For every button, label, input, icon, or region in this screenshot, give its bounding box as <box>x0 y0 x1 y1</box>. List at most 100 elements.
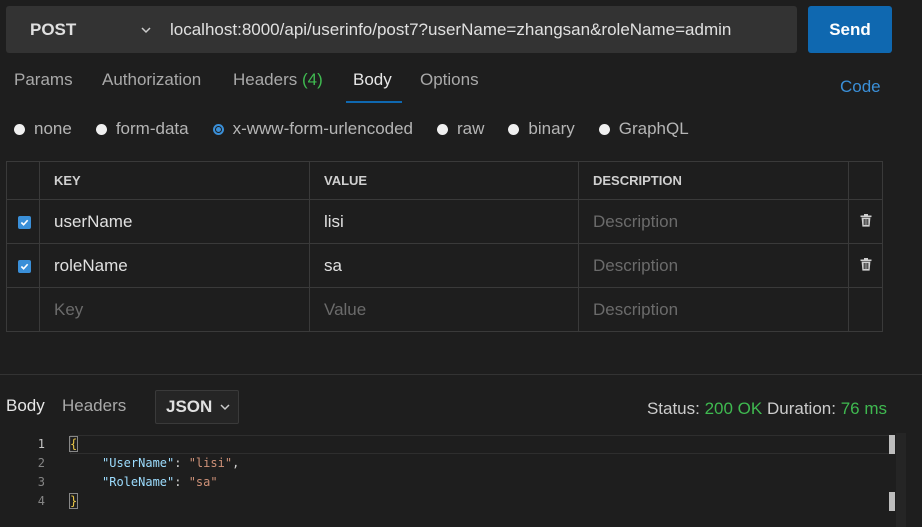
check-icon <box>20 263 29 270</box>
status-label: Status: <box>646 399 700 418</box>
tab-params[interactable]: Params <box>14 70 73 90</box>
code-line-2: "UserName": "lisi", <box>102 454 239 473</box>
json-string: "lisi" <box>188 456 233 470</box>
json-key: "RoleName" <box>102 475 175 489</box>
delete-row-cell <box>848 243 883 288</box>
overview-ruler-marker <box>889 435 895 454</box>
header-checkbox-cell <box>6 161 40 200</box>
overview-ruler-marker <box>889 492 895 511</box>
json-close-brace: } <box>68 493 79 509</box>
tab-label: Headers <box>233 70 298 89</box>
chevron-down-icon <box>141 26 151 33</box>
line-number: 1 <box>37 437 45 451</box>
table-row: userName lisi Description <box>6 199 883 244</box>
duration-value: 76 ms <box>840 399 887 418</box>
check-icon <box>20 219 29 226</box>
code-line-3: "RoleName": "sa" <box>102 473 218 492</box>
radio-x-www-form-urlencoded[interactable]: x-www-form-urlencoded <box>212 119 414 139</box>
line-number: 4 <box>37 494 45 508</box>
key-cell[interactable]: userName <box>39 199 310 244</box>
method-select[interactable]: POST <box>6 6 161 53</box>
header-actions-cell <box>848 161 883 200</box>
response-tab-body[interactable]: Body <box>6 396 45 416</box>
radio-binary[interactable]: binary <box>508 119 575 139</box>
row-checkbox[interactable] <box>18 259 31 273</box>
panel-divider[interactable] <box>0 374 922 375</box>
radio-label: form-data <box>115 119 189 138</box>
value-cell[interactable]: sa <box>309 243 579 288</box>
code-line-4: } <box>68 492 79 511</box>
radio-circle <box>508 123 520 135</box>
column-header-key: KEY <box>39 161 310 200</box>
delete-row-cell <box>848 287 883 332</box>
chevron-down-icon <box>220 404 230 411</box>
radio-circle <box>598 123 610 135</box>
url-input[interactable]: localhost:8000/api/userinfo/post7?userNa… <box>161 20 731 40</box>
description-cell[interactable]: Description <box>578 199 849 244</box>
body-type-radios: none form-data x-www-form-urlencoded raw… <box>14 118 713 140</box>
row-checkbox-cell <box>6 243 40 288</box>
tab-label: Authorization <box>102 70 202 89</box>
method-label: POST <box>30 19 77 39</box>
description-placeholder-cell[interactable]: Description <box>578 287 849 332</box>
radio-label: GraphQL <box>618 119 689 138</box>
form-params-table: KEY VALUE DESCRIPTION userName lisi Desc… <box>6 161 883 332</box>
radio-graphql[interactable]: GraphQL <box>598 119 689 139</box>
radio-label: x-www-form-urlencoded <box>232 119 414 138</box>
code-link[interactable]: Code <box>840 77 881 97</box>
table-header-row: KEY VALUE DESCRIPTION <box>6 161 883 200</box>
tab-label: Params <box>14 70 73 89</box>
line-number-gutter: 1 2 3 4 <box>0 433 60 527</box>
tab-body[interactable]: Body <box>353 70 392 90</box>
radio-label: raw <box>457 119 485 138</box>
response-status: Status: 200 OK Duration: 76 ms <box>647 399 887 419</box>
key-placeholder-cell[interactable]: Key <box>39 287 310 332</box>
json-colon: : <box>174 475 189 489</box>
table-row: roleName sa Description <box>6 243 883 288</box>
json-string: "sa" <box>188 475 218 489</box>
tab-authorization[interactable]: Authorization <box>102 70 201 90</box>
code-line-1: { <box>68 435 79 454</box>
response-code-editor[interactable]: 1 2 3 4 { "UserName": "lisi", "RoleName"… <box>0 433 922 527</box>
key-cell[interactable]: roleName <box>39 243 310 288</box>
active-line-highlight <box>70 435 890 454</box>
value-cell[interactable]: lisi <box>309 199 579 244</box>
status-value: 200 OK <box>704 399 763 418</box>
trash-icon[interactable] <box>860 257 872 271</box>
active-tab-indicator <box>346 101 402 103</box>
response-format-select[interactable]: JSON <box>155 390 239 424</box>
tab-label: Options <box>420 70 479 89</box>
value-placeholder-cell[interactable]: Value <box>309 287 579 332</box>
tab-label: Body <box>353 70 392 89</box>
radio-raw[interactable]: raw <box>437 119 484 139</box>
radio-circle <box>95 123 107 135</box>
duration-label: Duration: <box>766 399 836 418</box>
radio-circle <box>14 123 25 135</box>
tab-headers[interactable]: Headers (4) <box>233 70 323 90</box>
response-tab-headers[interactable]: Headers <box>62 396 126 416</box>
table-row-placeholder: Key Value Description <box>6 287 883 332</box>
delete-row-cell <box>848 199 883 244</box>
description-cell[interactable]: Description <box>578 243 849 288</box>
row-checkbox[interactable] <box>18 215 31 229</box>
json-open-brace: { <box>68 436 79 452</box>
send-button[interactable]: Send <box>808 6 892 53</box>
radio-form-data[interactable]: form-data <box>95 119 189 139</box>
format-label: JSON <box>166 397 213 416</box>
request-tabs: Params Authorization Headers (4) Body Op… <box>0 58 922 104</box>
line-number: 2 <box>37 456 45 470</box>
radio-none[interactable]: none <box>14 119 72 139</box>
radio-label: none <box>34 119 72 138</box>
trash-icon[interactable] <box>860 213 872 227</box>
radio-circle <box>437 123 449 135</box>
code-lines: { "UserName": "lisi", "RoleName": "sa" } <box>68 433 890 527</box>
row-checkbox-cell <box>6 199 40 244</box>
tab-options[interactable]: Options <box>420 70 479 90</box>
radio-circle-selected <box>212 123 224 135</box>
headers-count-badge: (4) <box>302 70 323 89</box>
json-key: "UserName" <box>102 456 175 470</box>
code-scrollbar[interactable] <box>896 433 906 527</box>
radio-label: binary <box>528 119 575 138</box>
request-url-bar: POST localhost:8000/api/userinfo/post7?u… <box>6 6 797 53</box>
json-colon: : <box>174 456 189 470</box>
